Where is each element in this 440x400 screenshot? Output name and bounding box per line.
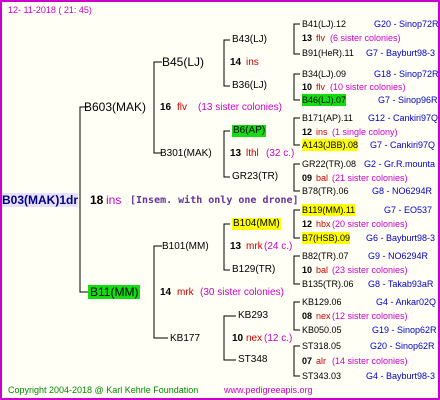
- gen4-num: 12: [302, 127, 313, 137]
- gen4-parent: B82(TR).07: [302, 251, 349, 261]
- gen1-bottom-note: (30 sister colonies): [200, 287, 284, 298]
- gen3-c-name: B6(AP): [232, 125, 267, 137]
- gen3-d-name: GR23(TR): [232, 171, 279, 182]
- gen2-a-name: B45(LJ): [162, 55, 205, 69]
- gen2-d-name: KB177: [170, 333, 201, 344]
- gen4-note: (12 sister colonies): [332, 311, 408, 321]
- gen2-c-name: B101(MM): [162, 241, 209, 252]
- gen4-sire: KB050.05: [302, 325, 342, 335]
- gen1-top-code: flv: [177, 102, 187, 113]
- gen4-note: (1 single colony): [332, 127, 398, 137]
- gen4-sire-src: G19 - Sinop62R: [372, 325, 437, 335]
- gen4-num: 13: [302, 33, 313, 43]
- gen3-f-name: B129(TR): [232, 264, 276, 275]
- gen4-sire: B46(LJ).07: [302, 94, 347, 106]
- gen4-parent: KB129.06: [302, 297, 342, 307]
- gen4-num: 10: [302, 82, 313, 92]
- date-stamp: 12- 11-2018 ( 21: 45): [8, 5, 92, 15]
- gen4-parent: B34(LJ).09: [302, 69, 347, 79]
- gen2-d-code: nex: [246, 333, 263, 344]
- gen4-num: 12: [302, 219, 313, 229]
- gen3-e-name: B104(MM): [232, 218, 281, 230]
- gen4-sire-src: G8 - NO6294R: [372, 186, 433, 196]
- root-note: [Insem. with only one drone]: [130, 195, 299, 206]
- gen4-parent: B41(LJ).12: [302, 19, 347, 29]
- gen4-num: 07: [302, 356, 313, 366]
- gen1-bottom-name: B11(MM): [88, 285, 141, 299]
- gen2-a-num: 14: [230, 57, 242, 68]
- gen1-top-note: (13 sister colonies): [198, 102, 282, 113]
- gen4-parent-src: G7 - EO537: [384, 205, 433, 215]
- footer-copyright: Copyright 2004-2018 @ Karl Kehrle Founda…: [8, 385, 199, 395]
- gen4-sire: ST343.03: [302, 371, 342, 381]
- gen1-bottom-num: 14: [160, 287, 172, 298]
- gen4-sire-src: G6 - Bayburt98-3: [366, 233, 436, 243]
- gen4-note: (21 sister colonies): [332, 173, 408, 183]
- gen4-parent-src: G9 - NO6294R: [368, 251, 429, 261]
- gen4-code: flv: [316, 82, 325, 92]
- gen4-code: bal: [316, 265, 329, 275]
- gen4-parent: ST318.05: [302, 341, 342, 351]
- gen2-b-code: lthl: [246, 148, 259, 159]
- root-name: B03(MAK)1dr: [2, 193, 79, 207]
- gen4-num: 10: [302, 265, 313, 275]
- gen1-top-num: 16: [160, 102, 172, 113]
- gen4-code: ins: [316, 127, 328, 137]
- gen4-parent-src: G20 - Sinop72R: [374, 19, 439, 29]
- gen4-note: (14 sister colonies): [332, 356, 408, 366]
- gen4-sire-src: G7 - Cankiri97Q: [370, 140, 436, 150]
- gen4-parent-src: G12 - Cankiri97Q: [368, 113, 439, 123]
- gen3-g-name: KB293: [238, 310, 269, 321]
- gen4-code: bal: [316, 173, 329, 183]
- gen2-d-num: 10: [232, 333, 244, 344]
- gen4-code: nex: [316, 311, 331, 321]
- gen4-parent-src: G20 - Sinop62R: [370, 341, 435, 351]
- gen3-h-name: ST348: [238, 354, 268, 365]
- gen2-d-note: (12 c.): [264, 333, 293, 344]
- gen4-parent-src: G4 - Ankar02Q: [376, 297, 437, 307]
- gen2-c-code: mrk: [246, 241, 263, 252]
- gen4-parent-src: G2 - Gr.R.mounta: [364, 159, 436, 169]
- gen4-note: (20 sister colonies): [332, 219, 408, 229]
- gen2-b-num: 13: [230, 148, 242, 159]
- gen2-b-note: (32 c.): [266, 148, 295, 159]
- gen4-code: flv: [316, 33, 325, 43]
- root-num: 18: [90, 193, 104, 207]
- gen2-b-name: B301(MAK): [160, 148, 212, 159]
- gen1-bottom-code: mrk: [177, 287, 194, 298]
- gen4-sire: B135(TR).06: [302, 279, 354, 289]
- gen3-b-name: B36(LJ): [232, 80, 268, 91]
- gen4-sire-src: G4 - Bayburt98-3: [366, 371, 436, 381]
- gen4-note: (10 sister colonies): [330, 82, 406, 92]
- gen4-sire: B78(TR).06: [302, 186, 349, 196]
- gen4-parent: B119(MM).11: [302, 204, 356, 216]
- gen4-parent-src: G18 - Sinop72R: [374, 69, 439, 79]
- gen4-sire: A143(JBB).08: [302, 139, 359, 151]
- gen4-parent: GR22(TR).08: [302, 159, 357, 169]
- root-code: ins: [106, 193, 122, 207]
- footer-website[interactable]: www.pedigreeapis.org: [224, 384, 313, 396]
- gen2-c-note: (24 c.): [264, 241, 293, 252]
- gen2-c-num: 13: [230, 241, 242, 252]
- pedigree-frame: 12- 11-2018 ( 21: 45) B03(MAK)1dr 18 ins…: [0, 0, 440, 400]
- gen4-note: (23 sister colonies): [332, 265, 408, 275]
- gen3-a-name: B43(LJ): [232, 34, 268, 45]
- gen4-sire-src: G7 - Bayburt98-3: [366, 48, 436, 58]
- gen4-parent: B171(AP).11: [302, 113, 353, 123]
- gen4-code: alr: [316, 356, 327, 366]
- gen4-note: (6 sister colonies): [330, 33, 401, 43]
- gen4-num: 08: [302, 311, 313, 321]
- gen4-sire-src: G7 - Sinop96R: [378, 95, 438, 105]
- gen2-a-code: ins: [246, 57, 259, 68]
- gen4-num: 09: [302, 173, 313, 183]
- gen4-code: hbx: [316, 219, 331, 229]
- gen4-sire: B91(HeR).11: [302, 48, 354, 58]
- gen4-sire-src: G8 - Takab93aR: [368, 279, 434, 289]
- gen1-top-name: B603(MAK): [84, 100, 147, 114]
- gen4-sire: B7(HSB).09: [302, 232, 351, 244]
